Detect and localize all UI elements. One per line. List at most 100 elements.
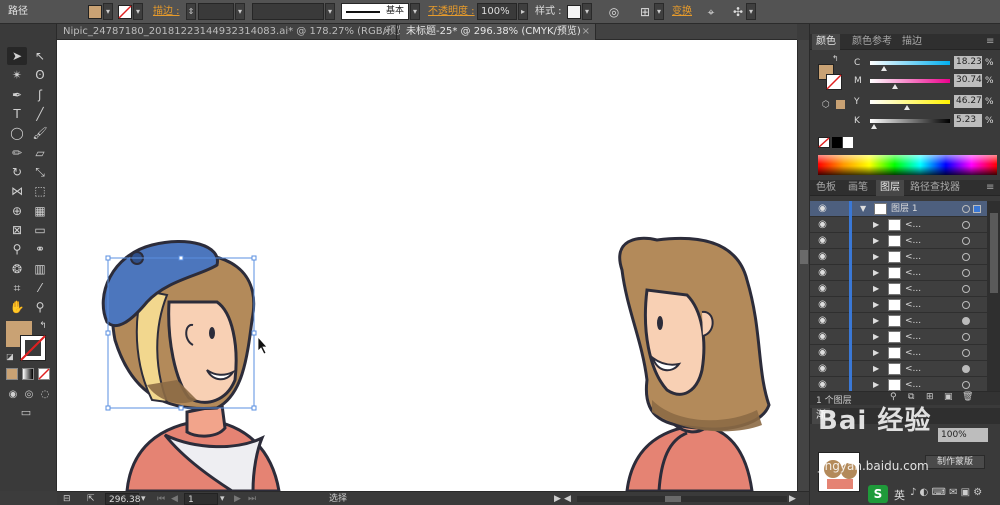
expand-chevron-down-icon[interactable]: ▼ — [860, 204, 866, 214]
hscroll-left-icon[interactable]: ◀ — [564, 493, 571, 505]
visibility-eye-icon[interactable]: ◉ — [817, 204, 828, 214]
layer-row[interactable]: ◉ ▶ <... — [810, 297, 987, 313]
color-panel-stroke-swatch[interactable] — [826, 74, 842, 90]
rotate-tool-icon[interactable]: ↻ — [7, 163, 27, 181]
hand-tool-icon[interactable]: ✋ — [7, 298, 27, 316]
fill-color-swatch[interactable] — [88, 5, 102, 19]
value-field[interactable]: 18.23 — [954, 56, 982, 69]
input-method-label[interactable]: 英 — [894, 487, 905, 503]
layer-name[interactable]: <... — [905, 377, 921, 391]
ellipse-tool-icon[interactable]: ◯ — [7, 124, 27, 142]
slider-thumb[interactable] — [903, 105, 910, 110]
layer-row[interactable]: ◉ ▶ <... — [810, 265, 987, 281]
transform-options-icon[interactable]: ✣ — [730, 4, 746, 20]
black-color-box[interactable] — [832, 137, 842, 148]
swap-icon[interactable]: ↰ — [832, 54, 839, 63]
tab-color-guide[interactable]: 颜色参考 — [848, 34, 896, 50]
tab-layers[interactable]: 图层 — [876, 180, 904, 196]
gradient-tool-icon[interactable]: ▭ — [30, 221, 50, 239]
horizontal-scrollbar-thumb[interactable] — [665, 496, 681, 502]
first-artboard-icon[interactable]: ⏮ — [157, 493, 165, 505]
tab-color[interactable]: 颜色 — [812, 34, 840, 50]
shape-builder-tool-icon[interactable]: ⊕ — [7, 202, 27, 220]
draw-behind-icon[interactable]: ◎ — [22, 386, 36, 404]
layer-row[interactable]: ◉ ▶ <... — [810, 361, 987, 377]
white-color-box[interactable] — [843, 137, 853, 148]
symbol-sprayer-tool-icon[interactable]: ❂ — [7, 260, 27, 278]
none-mode-icon[interactable] — [38, 368, 50, 380]
brush-chevron-icon[interactable]: ▾ — [410, 3, 420, 20]
hscroll-right-icon[interactable]: ▶ — [789, 493, 796, 505]
layers-scrollbar[interactable] — [987, 201, 1000, 391]
vertical-scrollbar-thumb[interactable] — [800, 250, 808, 264]
stroke-dropdown-chevron-icon[interactable]: ▾ — [133, 3, 143, 20]
panel-menu-icon[interactable]: ≡ — [986, 180, 994, 196]
expand-chevron-right-icon[interactable]: ▶ — [873, 236, 879, 246]
mesh-tool-icon[interactable]: ⊠ — [7, 221, 27, 239]
layer-row[interactable]: ◉ ▶ <... — [810, 313, 987, 329]
visibility-eye-icon[interactable]: ◉ — [817, 300, 828, 310]
lasso-tool-icon[interactable]: ʘ — [30, 66, 50, 84]
type-tool-icon[interactable]: T — [7, 105, 27, 123]
scale-tool-icon[interactable]: ⤡ — [30, 163, 50, 181]
recolor-artwork-icon[interactable]: ◎ — [606, 4, 622, 20]
layer-name[interactable]: 图层 1 — [891, 201, 918, 217]
pen-tool-icon[interactable]: ✒ — [7, 86, 27, 104]
slider-track[interactable] — [870, 61, 950, 65]
align-chevron-icon[interactable]: ▾ — [654, 3, 664, 20]
layer-row[interactable]: ◉ ▶ <... — [810, 281, 987, 297]
width-tool-icon[interactable]: ⋈ — [7, 182, 27, 200]
target-circle-icon[interactable] — [962, 269, 970, 277]
status-menu-arrow-icon[interactable]: ▶ — [554, 493, 561, 505]
artboard-navigator-icon[interactable]: ⊟ — [63, 493, 71, 505]
layer-row[interactable]: ◉ ▶ <... — [810, 249, 987, 265]
options-chevron-icon[interactable]: ▾ — [746, 3, 756, 20]
target-circle-icon[interactable] — [962, 317, 970, 325]
artboard-canvas[interactable] — [57, 40, 797, 491]
slider-black[interactable]: K 5.23 % — [850, 114, 998, 129]
free-transform-tool-icon[interactable]: ⬚ — [30, 182, 50, 200]
value-field[interactable]: 46.27 — [954, 95, 982, 108]
column-graph-tool-icon[interactable]: ▥ — [30, 260, 50, 278]
selection-tool-icon[interactable]: ➤ — [7, 47, 27, 65]
none-color-box[interactable] — [818, 137, 830, 148]
visibility-eye-icon[interactable]: ◉ — [817, 236, 828, 246]
expand-chevron-right-icon[interactable]: ▶ — [873, 316, 879, 326]
slider-track[interactable] — [870, 100, 950, 104]
line-segment-tool-icon[interactable]: ╱ — [30, 105, 50, 123]
target-circle-icon[interactable] — [962, 365, 970, 373]
target-circle-icon[interactable] — [962, 301, 970, 309]
layer-row[interactable]: ◉ ▶ <... — [810, 345, 987, 361]
slider-magenta[interactable]: M 30.74 % — [850, 74, 998, 89]
pencil-tool-icon[interactable]: ✏ — [7, 144, 27, 162]
expand-chevron-right-icon[interactable]: ▶ — [873, 252, 879, 262]
gradient-mode-icon[interactable] — [22, 368, 34, 380]
transform-link[interactable]: 变换 — [672, 3, 692, 20]
layer-name[interactable]: <... — [905, 329, 921, 345]
fill-dropdown-chevron-icon[interactable]: ▾ — [103, 3, 113, 20]
vertical-scrollbar[interactable] — [797, 40, 809, 491]
default-colors-icon[interactable]: ◪ — [5, 352, 15, 362]
web-safe-color-swatch[interactable] — [836, 100, 845, 109]
target-circle-icon[interactable] — [962, 221, 970, 229]
curvature-tool-icon[interactable]: ʃ — [30, 86, 50, 104]
panel-menu-icon[interactable]: ≡ — [986, 34, 994, 50]
eyedropper-tool-icon[interactable]: ⚲ — [7, 240, 27, 258]
layer-row[interactable]: ◉ ▶ <... — [810, 377, 987, 391]
magic-wand-tool-icon[interactable]: ✴ — [7, 66, 27, 84]
stroke-none-swatch[interactable] — [118, 5, 132, 19]
layer-name[interactable]: <... — [905, 345, 921, 361]
ime-logo-icon[interactable]: S — [868, 485, 888, 503]
swap-fill-stroke-icon[interactable]: ↰ — [37, 320, 49, 332]
isolate-selected-icon[interactable]: ⌖ — [703, 4, 719, 20]
artboard-chevron-icon[interactable]: ▾ — [220, 493, 225, 505]
layer-row[interactable]: ◉ ▶ <... — [810, 233, 987, 249]
expand-chevron-right-icon[interactable]: ▶ — [873, 220, 879, 230]
tab-stroke[interactable]: 描边 — [898, 34, 926, 50]
graphic-style-swatch[interactable] — [567, 5, 581, 19]
expand-chevron-right-icon[interactable]: ▶ — [873, 268, 879, 278]
tab-brushes[interactable]: 画笔 — [844, 180, 872, 196]
slider-track[interactable] — [870, 119, 950, 123]
close-icon[interactable]: × — [383, 24, 391, 40]
close-icon[interactable]: × — [582, 24, 590, 40]
